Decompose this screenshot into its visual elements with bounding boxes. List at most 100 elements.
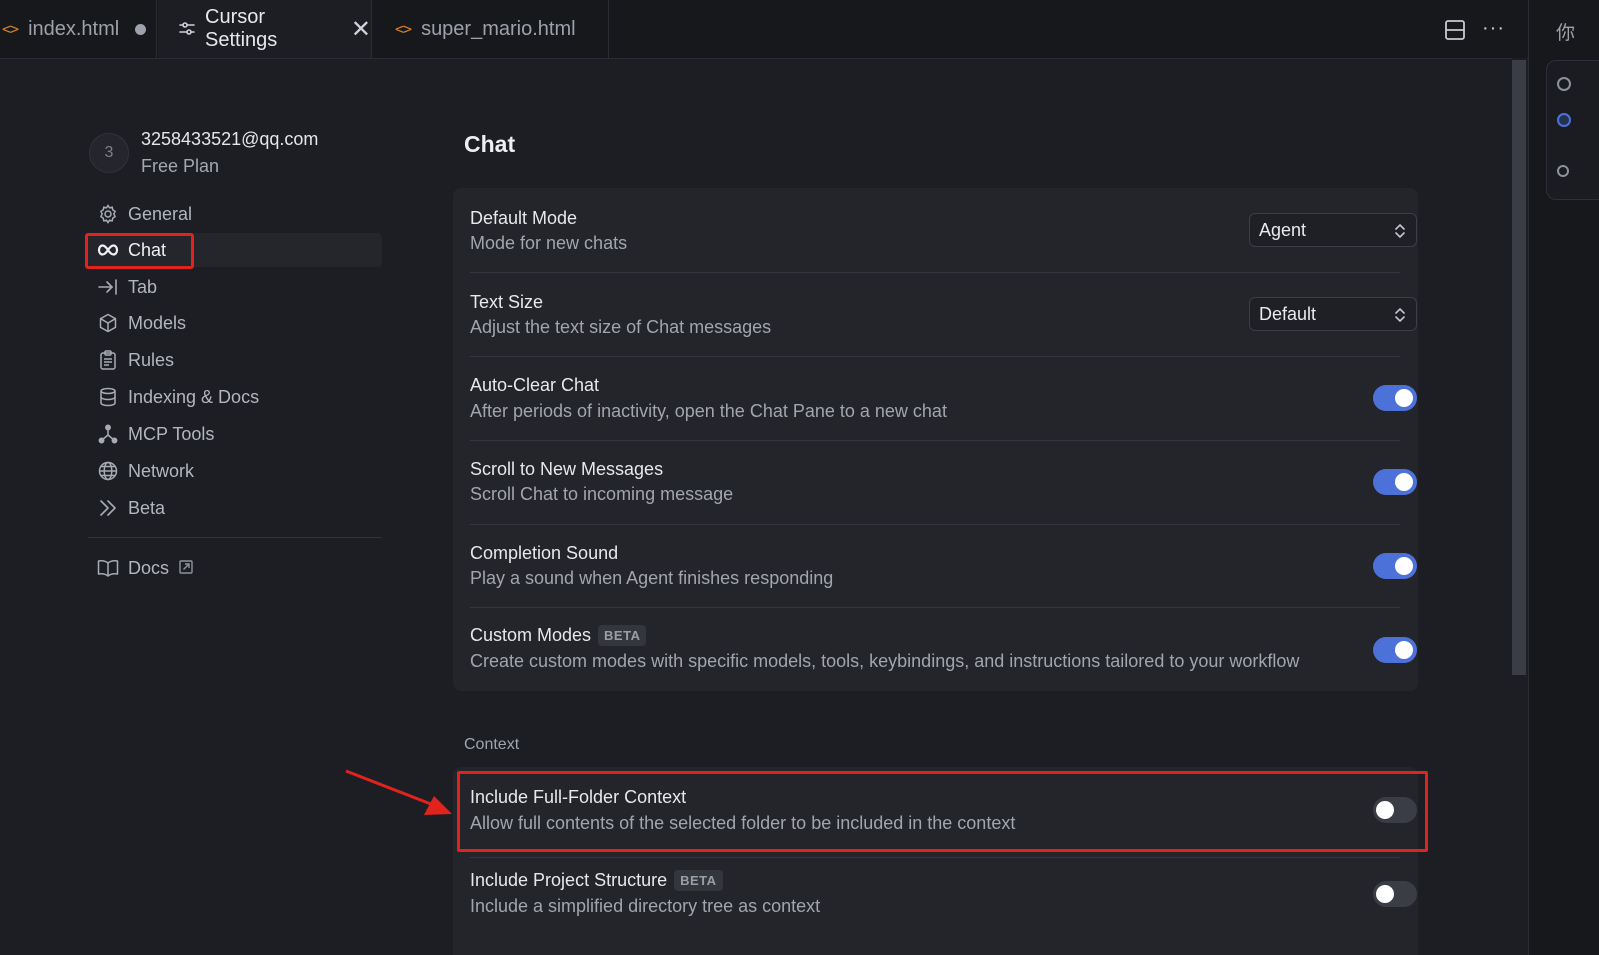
sidebar-item-label: Docs — [128, 557, 170, 578]
text-size-select[interactable]: Default — [1249, 297, 1417, 331]
split-editor-icon[interactable] — [1444, 19, 1466, 46]
beta-badge: BETA — [598, 625, 647, 646]
sidebar-item-label: MCP Tools — [128, 423, 215, 444]
sidebar-item-label: Network — [128, 460, 195, 481]
auto-clear-chat-toggle[interactable] — [1373, 385, 1417, 411]
avatar: 3 — [89, 133, 129, 173]
account-email: 3258433521@qq.com — [141, 129, 319, 149]
tab-cursor-settings[interactable]: Cursor Settings ✕ — [158, 0, 372, 58]
sidebar-item-beta[interactable]: Beta — [88, 491, 382, 525]
sidebar-item-label: Tab — [128, 276, 158, 297]
sidebar-item-models[interactable]: Models — [88, 306, 382, 340]
chat-panel-preview[interactable] — [1546, 60, 1599, 200]
custom-modes-toggle[interactable] — [1373, 637, 1417, 663]
default-mode-select[interactable]: Agent — [1249, 213, 1417, 247]
setting-title: Include Project Structure — [470, 870, 668, 890]
tab-arrow-icon — [97, 276, 119, 298]
unsaved-dot-icon[interactable] — [135, 23, 147, 35]
sidebar-item-label: Chat — [128, 239, 167, 260]
scroll-to-new-messages-toggle[interactable] — [1373, 469, 1417, 495]
setting-include-project-structure: Include Project Structure BETA Include a… — [470, 870, 1417, 922]
scrollbar-thumb[interactable] — [1512, 60, 1526, 675]
row-divider — [470, 607, 1400, 608]
section-label-context: Context — [464, 736, 520, 753]
setting-title: Text Size — [470, 292, 544, 312]
secondary-side-panel: 你 — [1528, 0, 1599, 955]
setting-title: Completion Sound — [470, 543, 619, 563]
sidebar-item-label: General — [128, 203, 193, 224]
cube-icon — [97, 312, 119, 334]
account-plan: Free Plan — [141, 156, 220, 176]
sidebar-item-network[interactable]: Network — [88, 454, 382, 488]
sidebar-item-docs[interactable]: Docs — [88, 551, 382, 585]
sidebar-item-mcp-tools[interactable]: MCP Tools — [88, 417, 382, 451]
select-value: Default — [1259, 303, 1317, 324]
include-project-structure-toggle[interactable] — [1373, 881, 1417, 907]
editor-tab-bar: <> index.html Cursor Settings ✕ <> super… — [0, 0, 1528, 59]
sidebar-item-chat[interactable]: Chat — [88, 233, 382, 267]
toggle-knob — [1395, 641, 1413, 659]
row-divider — [470, 440, 1400, 441]
setting-title: Default Mode — [470, 208, 578, 228]
row-divider — [470, 272, 1400, 273]
include-full-folder-context-toggle[interactable] — [1373, 797, 1417, 823]
sidebar-item-tab[interactable]: Tab — [88, 270, 382, 304]
setting-description: Scroll Chat to incoming message — [470, 484, 734, 504]
row-divider — [470, 356, 1400, 357]
select-value: Agent — [1259, 219, 1307, 240]
row-divider — [470, 524, 1400, 525]
sidebar-item-label: Indexing & Docs — [128, 386, 260, 407]
toggle-knob — [1395, 557, 1413, 575]
setting-description: Allow full contents of the selected fold… — [470, 813, 1016, 833]
more-actions-icon[interactable]: ··· — [1482, 17, 1505, 40]
setting-completion-sound: Completion Sound Play a sound when Agent… — [470, 543, 1417, 593]
infinity-icon — [97, 239, 119, 261]
database-icon — [97, 386, 119, 408]
setting-title: Auto-Clear Chat — [470, 375, 600, 395]
close-icon[interactable]: ✕ — [351, 15, 371, 44]
settings-sliders-icon — [178, 20, 196, 38]
sidebar-item-label: Models — [128, 312, 187, 333]
chat-settings-card: Default Mode Mode for new chats Agent Te… — [453, 188, 1418, 691]
tab-index-html[interactable]: <> index.html — [0, 0, 157, 58]
toggle-knob — [1376, 885, 1394, 903]
external-link-icon — [179, 558, 193, 579]
completion-sound-toggle[interactable] — [1373, 553, 1417, 579]
page-title: Chat — [464, 131, 516, 157]
globe-icon — [97, 460, 119, 482]
tab-label: Cursor Settings — [205, 6, 278, 51]
setting-include-full-folder-context: Include Full-Folder Context Allow full c… — [470, 787, 1417, 837]
chevron-up-down-icon — [1393, 305, 1407, 330]
setting-title: Scroll to New Messages — [470, 459, 664, 479]
setting-scroll-to-new-messages: Scroll to New Messages Scroll Chat to in… — [470, 459, 1417, 509]
tab-label: index.html — [28, 17, 120, 40]
setting-description: Adjust the text size of Chat messages — [470, 317, 772, 337]
panel-title-char: 你 — [1556, 23, 1576, 44]
annotation-arrow-icon — [345, 769, 452, 815]
setting-default-mode: Default Mode Mode for new chats Agent — [470, 208, 1417, 258]
tab-super-mario-html[interactable]: <> super_mario.html — [373, 0, 609, 58]
double-chevron-icon — [97, 497, 119, 519]
clipboard-icon — [97, 349, 119, 371]
setting-description: Include a simplified directory tree as c… — [470, 896, 821, 916]
tab-label: super_mario.html — [421, 17, 576, 40]
sidebar-item-label: Rules — [128, 349, 175, 370]
setting-title-wrap: Custom Modes BETA — [470, 625, 647, 646]
toggle-knob — [1376, 801, 1394, 819]
setting-title: Include Full-Folder Context — [470, 787, 687, 807]
nodes-icon — [97, 423, 119, 445]
setting-description: Create custom modes with specific models… — [470, 651, 1300, 671]
option-icon[interactable] — [1557, 165, 1569, 177]
history-icon[interactable] — [1557, 77, 1571, 91]
sidebar-item-rules[interactable]: Rules — [88, 343, 382, 377]
setting-description: Mode for new chats — [470, 233, 628, 253]
book-icon — [97, 557, 119, 579]
sidebar-item-general[interactable]: General — [88, 197, 382, 231]
toggle-knob — [1395, 473, 1413, 491]
setting-custom-modes: Custom Modes BETA Create custom modes wi… — [470, 625, 1417, 677]
active-context-icon[interactable] — [1557, 113, 1571, 127]
gear-icon — [97, 203, 119, 225]
row-divider — [470, 857, 1400, 858]
sidebar-item-indexing-docs[interactable]: Indexing & Docs — [88, 380, 382, 414]
sidebar-item-label: Beta — [128, 497, 166, 518]
